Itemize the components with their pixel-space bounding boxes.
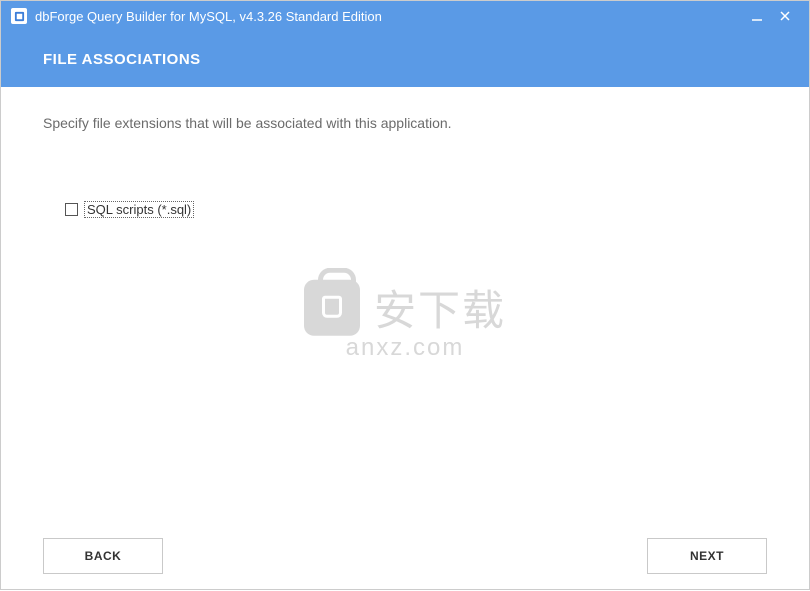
next-button[interactable]: NEXT (647, 538, 767, 574)
watermark-text-2: anxz.com (304, 334, 506, 362)
option-row[interactable]: SQL scripts (*.sql) (65, 201, 767, 218)
minimize-button[interactable] (743, 1, 771, 31)
watermark-text-1: 安下载 (374, 277, 506, 338)
window-title: dbForge Query Builder for MySQL, v4.3.26… (35, 9, 743, 24)
checkbox-sql-scripts[interactable] (65, 203, 78, 216)
watermark: 安下载 anxz.com (304, 277, 506, 362)
close-button[interactable] (771, 1, 799, 31)
back-button[interactable]: BACK (43, 538, 163, 574)
footer: BACK NEXT (1, 521, 809, 591)
titlebar: dbForge Query Builder for MySQL, v4.3.26… (1, 1, 809, 31)
instruction-text: Specify file extensions that will be ass… (43, 115, 767, 131)
page-heading: FILE ASSOCIATIONS (43, 51, 201, 68)
page-header: FILE ASSOCIATIONS (1, 31, 809, 87)
checkbox-label[interactable]: SQL scripts (*.sql) (84, 201, 194, 218)
watermark-bag-icon (304, 279, 360, 335)
content-area: Specify file extensions that will be ass… (1, 87, 809, 521)
app-icon (11, 8, 27, 24)
